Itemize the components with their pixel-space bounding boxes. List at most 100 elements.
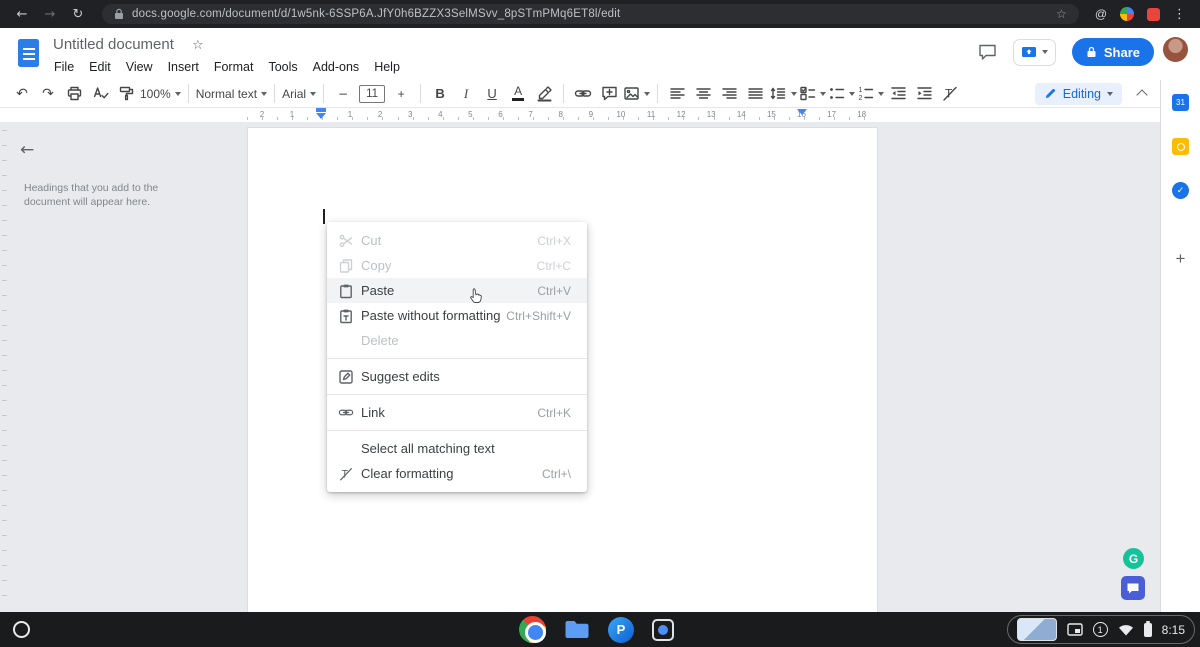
red-extension-icon[interactable] [1147, 8, 1160, 21]
star-document-icon[interactable]: ☆ [192, 38, 204, 53]
forward-button[interactable]: → [38, 7, 62, 22]
screen-capture-app-icon[interactable] [652, 619, 674, 641]
empty-icon-slot [337, 440, 354, 457]
bold-button[interactable]: B [428, 82, 452, 106]
close-outline-arrow-icon[interactable]: ← [20, 140, 34, 160]
underline-button[interactable]: U [480, 82, 504, 106]
notification-counter: 1 [1093, 622, 1108, 637]
bookmark-star-icon[interactable]: ☆ [1056, 7, 1067, 21]
reload-button[interactable]: ↻ [66, 7, 90, 22]
text-color-button[interactable]: A [506, 82, 530, 106]
redo-button[interactable]: ↷ [36, 82, 60, 106]
context-menu-item-link[interactable]: Link Ctrl+K [327, 400, 587, 425]
context-menu-item-copy: Copy Ctrl+C [327, 253, 587, 278]
grammarly-badge[interactable]: G [1123, 548, 1144, 569]
chevron-down-icon [310, 92, 316, 96]
url-text: docs.google.com/document/d/1w5nk-6SSP6A.… [132, 8, 1048, 20]
menu-insert[interactable]: Insert [162, 58, 205, 76]
align-center-button[interactable] [691, 82, 715, 106]
chevron-down-icon [820, 92, 826, 96]
scissors-icon [337, 232, 354, 249]
font-size-input[interactable]: 11 [359, 85, 385, 103]
left-indent-marker[interactable] [316, 113, 326, 119]
docs-logo[interactable] [18, 39, 39, 67]
menu-format[interactable]: Format [208, 58, 260, 76]
insert-link-button[interactable] [571, 82, 595, 106]
menu-help[interactable]: Help [368, 58, 406, 76]
line-spacing-button[interactable] [769, 82, 797, 106]
menu-divider [327, 394, 587, 395]
back-button[interactable]: ← [10, 7, 34, 22]
launcher-button[interactable] [13, 621, 30, 638]
divider [420, 84, 421, 103]
chat-extension-button[interactable] [1121, 576, 1145, 600]
chevron-down-icon [1042, 50, 1048, 54]
keep-icon[interactable] [1172, 138, 1189, 155]
multicolor-extension-icon[interactable] [1120, 7, 1134, 21]
styles-dropdown[interactable]: Normal text [196, 82, 267, 106]
context-menu-item-clear-formatting[interactable]: T Clear formatting Ctrl+\ [327, 461, 587, 486]
empty-icon-slot [337, 332, 354, 349]
present-to-meeting-button[interactable] [1013, 39, 1056, 66]
font-size-increase-button[interactable]: + [389, 82, 413, 106]
decrease-indent-button[interactable] [886, 82, 910, 106]
context-menu-item-paste-without-formatting[interactable]: Paste without formatting Ctrl+Shift+V [327, 303, 587, 328]
clipboard-icon [337, 282, 354, 299]
collapse-toolbar-chevron[interactable] [1136, 89, 1147, 100]
clear-formatting-button[interactable]: T [938, 82, 962, 106]
pencil-icon [1044, 87, 1057, 100]
insert-image-button[interactable] [623, 82, 650, 106]
context-menu-item-delete: Delete [327, 328, 587, 353]
spellcheck-button[interactable] [88, 82, 112, 106]
menu-bar: File Edit View Insert Format Tools Add-o… [48, 58, 406, 76]
status-tray[interactable]: 1 8:15 [1007, 615, 1195, 644]
paint-format-button[interactable] [114, 82, 138, 106]
calendar-icon[interactable]: 31 [1172, 94, 1189, 111]
font-size-decrease-button[interactable]: − [331, 82, 355, 106]
files-app-icon[interactable] [564, 619, 590, 640]
context-menu-item-suggest-edits[interactable]: Suggest edits [327, 364, 587, 389]
print-button[interactable] [62, 82, 86, 106]
menu-addons[interactable]: Add-ons [307, 58, 366, 76]
chevron-down-icon [1107, 92, 1113, 96]
menu-tools[interactable]: Tools [262, 58, 303, 76]
menu-view[interactable]: View [120, 58, 159, 76]
align-right-button[interactable] [717, 82, 741, 106]
font-dropdown[interactable]: Arial [282, 82, 316, 106]
context-menu-item-select-all-matching[interactable]: Select all matching text [327, 436, 587, 461]
chrome-app-icon[interactable] [519, 616, 546, 643]
first-line-indent-marker[interactable] [316, 108, 326, 112]
share-button[interactable]: Share [1072, 38, 1154, 66]
docs-header: Untitled document ☆ File Edit View Inser… [0, 28, 1200, 80]
bulleted-list-button[interactable] [828, 82, 855, 106]
align-justify-button[interactable] [743, 82, 767, 106]
add-comment-button[interactable] [597, 82, 621, 106]
at-extension-icon[interactable]: @ [1095, 7, 1107, 21]
account-avatar[interactable] [1163, 37, 1188, 62]
screenshot-thumbnail[interactable] [1017, 618, 1057, 641]
menu-edit[interactable]: Edit [83, 58, 117, 76]
chromeos-shelf: P 1 8:15 [0, 612, 1200, 647]
right-indent-marker[interactable] [797, 109, 807, 115]
browser-menu-icon[interactable]: ⋮ [1173, 7, 1186, 22]
editing-mode-dropdown[interactable]: Editing [1035, 83, 1122, 105]
menu-file[interactable]: File [48, 58, 80, 76]
align-left-button[interactable] [665, 82, 689, 106]
add-addon-button[interactable]: + [1172, 250, 1189, 267]
highlight-color-button[interactable] [532, 82, 556, 106]
tasks-icon[interactable]: ✓ [1172, 182, 1189, 199]
clear-formatting-icon: T [337, 465, 354, 482]
zoom-dropdown[interactable]: 100% [140, 82, 181, 106]
address-bar[interactable]: docs.google.com/document/d/1w5nk-6SSP6A.… [102, 4, 1079, 24]
document-title[interactable]: Untitled document [53, 36, 174, 53]
chevron-down-icon [791, 92, 797, 96]
menu-divider [327, 358, 587, 359]
italic-button[interactable]: I [454, 82, 478, 106]
numbered-list-button[interactable]: 12 [857, 82, 884, 106]
checklist-button[interactable] [799, 82, 826, 106]
context-menu-item-paste[interactable]: Paste Ctrl+V [327, 278, 587, 303]
p-app-icon[interactable]: P [608, 617, 634, 643]
increase-indent-button[interactable] [912, 82, 936, 106]
undo-button[interactable]: ↶ [10, 82, 34, 106]
comments-icon[interactable] [978, 43, 997, 61]
